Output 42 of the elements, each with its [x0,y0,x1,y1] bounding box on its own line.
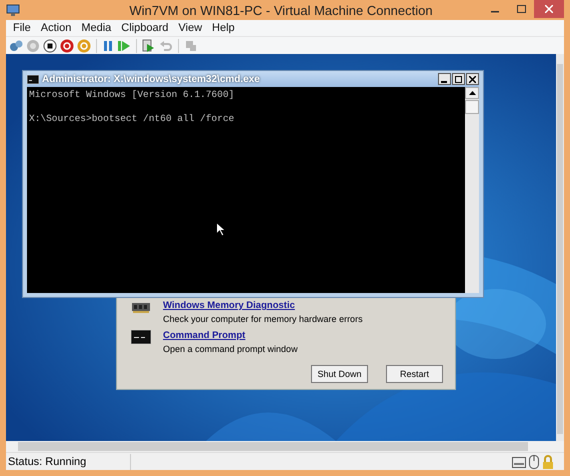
stop-icon[interactable] [43,38,57,52]
up-arrow-icon [468,91,476,95]
scroll-thumb[interactable] [557,64,563,434]
keyboard-icon[interactable] [512,454,526,468]
snapshot-icon[interactable] [142,38,156,52]
menu-item[interactable]: Action [36,22,76,34]
status-text: Status: Running [6,454,131,470]
minimize-button[interactable] [438,73,451,85]
mouse-icon[interactable] [529,454,539,468]
scroll-thumb[interactable] [18,442,528,451]
maximize-button[interactable] [452,73,465,85]
close-button[interactable] [466,73,479,85]
menu-item[interactable]: Help [207,22,240,34]
save-icon[interactable] [77,38,91,52]
maximize-icon [516,5,526,13]
window-title: Administrator: X:\windows\system32\cmd.exe [42,74,260,84]
pause-icon[interactable] [102,38,114,52]
console-icon [131,330,151,344]
tool-link[interactable]: Windows Memory Diagnostic [163,300,363,311]
play-icon[interactable] [117,38,131,52]
menu-item[interactable]: File [8,22,36,34]
scroll-thumb[interactable] [465,100,479,114]
app-icon [6,3,20,17]
shut-down-button[interactable]: Shut Down [311,365,368,383]
window-title: Win7VM on WIN81-PC - Virtual Machine Connection [128,2,434,18]
console-icon [27,74,39,84]
menu-item[interactable]: Media [76,22,116,34]
restart-button[interactable]: Restart [386,365,443,383]
tool-description: Open a command prompt window [163,344,298,354]
menu-item[interactable]: Clipboard [116,22,174,34]
scroll-up-button[interactable] [465,87,479,99]
power-icon[interactable] [60,38,74,52]
tool-description: Check your computer for memory hardware errors [163,314,363,324]
console-line: X:\Sources>bootsect /nt60 all /force [29,113,236,125]
maximize-icon [455,76,462,82]
memory-chip-icon [131,300,151,314]
console-line: Microsoft Windows [Version 6.1.7600] [29,89,236,101]
tool-link[interactable]: Command Prompt [163,330,298,341]
mouse-pointer-icon [216,222,226,237]
close-icon [469,76,476,82]
menu-item[interactable]: View [173,22,208,34]
close-icon [545,5,553,13]
